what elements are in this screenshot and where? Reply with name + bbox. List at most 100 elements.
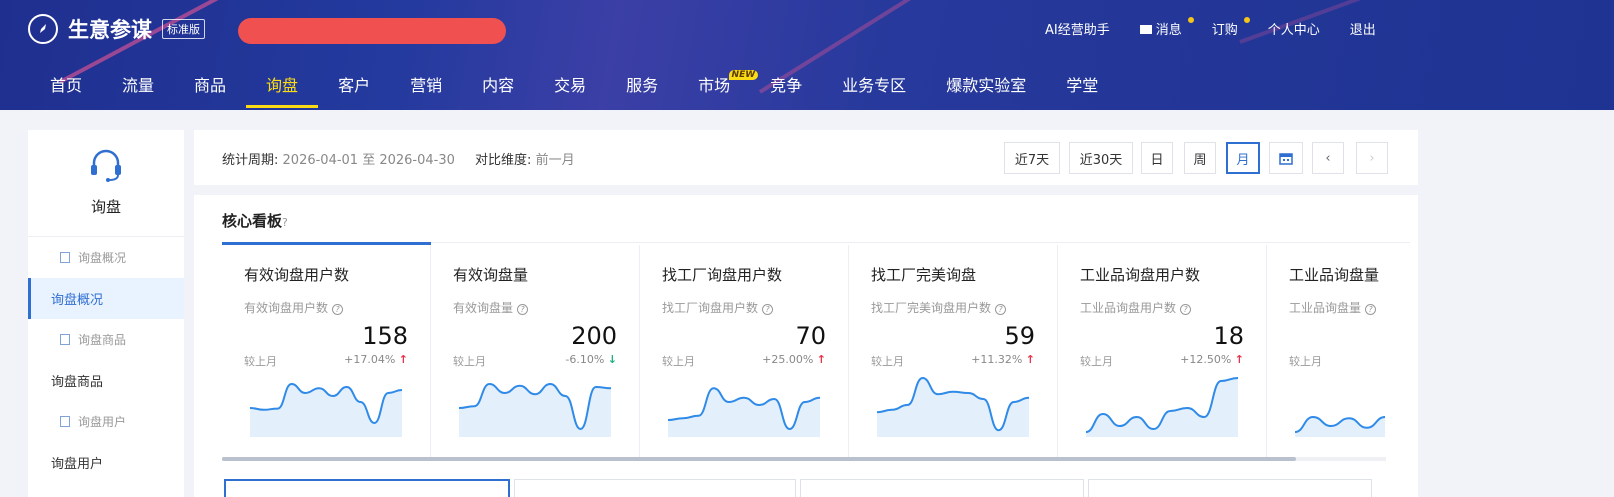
sparkline-chart xyxy=(250,382,402,437)
compare-label: 较上月 xyxy=(453,355,486,368)
change-percent: +25.00% ↑ xyxy=(762,353,826,366)
metric-title: 有效询盘用户数 xyxy=(244,266,350,284)
sidebar: 询盘 询盘概况 询盘概况 询盘商品 询盘商品 询盘用户 询盘用户 xyxy=(28,130,184,497)
redacted-shop-name xyxy=(238,18,506,44)
core-board: 核心看板? 有效询盘用户数 有效询盘用户数? 158 较上月 +17.04% ↑ 有效询盘… xyxy=(194,195,1418,497)
brand[interactable]: 生意参谋 标准版 xyxy=(28,14,205,44)
metric-card[interactable]: 找工厂询盘用户数 找工厂询盘用户数? 70 较上月 +25.00% ↑ xyxy=(640,245,849,457)
help-icon[interactable]: ? xyxy=(762,304,774,315)
help-icon[interactable]: ? xyxy=(332,304,344,315)
notification-dot xyxy=(1187,17,1194,23)
change-percent: +11.32% ↑ xyxy=(971,353,1035,366)
compare-label: 较上月 xyxy=(871,355,904,368)
arrow-up-icon: ↑ xyxy=(1234,353,1244,366)
metric-title: 有效询盘量 xyxy=(453,266,529,284)
top-header: 生意参谋 标准版 AI经营助手 消息 订购 个人中心 退出 首页 流量 商品 询… xyxy=(0,0,1614,110)
change-percent: -6.10% ↓ xyxy=(565,353,617,366)
day-button[interactable]: 日 xyxy=(1141,142,1173,174)
nav-inquiry[interactable]: 询盘 xyxy=(246,72,319,108)
subscribe-link[interactable]: 订购 xyxy=(1212,17,1250,38)
horizontal-scrollbar[interactable] xyxy=(222,457,1296,461)
arrow-up-icon: ↑ xyxy=(398,353,408,366)
metric-title: 找工厂完美询盘 xyxy=(871,266,977,284)
messages-link[interactable]: 消息 xyxy=(1139,17,1194,38)
calendar-button[interactable] xyxy=(1269,142,1303,174)
sidebar-group-overview[interactable]: 询盘概况 xyxy=(28,237,184,278)
arrow-up-icon: ↑ xyxy=(816,353,826,366)
chevron-left-icon: ‹ xyxy=(1325,150,1331,166)
prev-period-button[interactable]: ‹ xyxy=(1312,142,1344,174)
notification-dot xyxy=(1243,17,1250,23)
lower-tab[interactable] xyxy=(514,479,796,497)
metric-card[interactable]: 工业品询盘用户数 工业品询盘用户数? 18 较上月 +12.50% ↑ xyxy=(1058,245,1267,457)
headset-icon xyxy=(91,149,121,182)
month-button[interactable]: 月 xyxy=(1226,142,1260,174)
metric-value: 200 xyxy=(571,322,617,350)
document-icon xyxy=(60,416,70,427)
compass-logo-icon xyxy=(28,14,58,44)
last-30-days-button[interactable]: 近30天 xyxy=(1069,142,1133,174)
metric-value: 158 xyxy=(362,322,408,350)
metric-card[interactable]: 有效询盘用户数 有效询盘用户数? 158 较上月 +17.04% ↑ xyxy=(222,245,431,457)
metric-title: 工业品询盘量 xyxy=(1289,266,1380,284)
last-7-days-button[interactable]: 近7天 xyxy=(1004,142,1060,174)
metric-card[interactable]: 工业品询盘量 工业品询盘量? 较上月 xyxy=(1267,245,1418,457)
help-icon[interactable]: ? xyxy=(517,304,529,315)
compare-label: 较上月 xyxy=(1289,355,1322,368)
filter-bar: 统计周期: 2026-04-01 至 2026-04-30 对比维度: 前一月 … xyxy=(194,130,1418,185)
sparkline-chart xyxy=(877,376,1029,437)
help-icon[interactable]: ? xyxy=(995,304,1007,315)
nav-competition[interactable]: 竞争 xyxy=(750,72,822,108)
sparkline-chart xyxy=(668,387,820,437)
nav-market[interactable]: 市场 NEW xyxy=(678,70,759,108)
compare-label: 较上月 xyxy=(1080,355,1113,368)
ai-assistant-link[interactable]: AI经营助手 xyxy=(1045,19,1110,38)
period-value: 2026-04-01 至 2026-04-30 xyxy=(282,153,455,168)
nav-transactions[interactable]: 交易 xyxy=(534,72,606,108)
sidebar-group-users[interactable]: 询盘用户 xyxy=(28,401,184,442)
sidebar-item-users[interactable]: 询盘用户 xyxy=(28,442,184,483)
compare-label: 较上月 xyxy=(244,355,277,368)
nav-marketing[interactable]: 营销 xyxy=(390,72,462,108)
sparkline-chart xyxy=(1086,377,1238,437)
week-button[interactable]: 周 xyxy=(1184,142,1216,174)
nav-home[interactable]: 首页 xyxy=(30,72,102,108)
nav-service[interactable]: 服务 xyxy=(606,72,678,108)
help-icon[interactable]: ? xyxy=(1180,304,1192,315)
next-period-button[interactable]: › xyxy=(1356,142,1388,174)
board-title: 核心看板? xyxy=(222,212,288,230)
nav-business-zone[interactable]: 业务专区 xyxy=(822,72,926,108)
mail-icon xyxy=(1139,25,1152,34)
nav-content[interactable]: 内容 xyxy=(462,72,534,108)
sidebar-item-overview[interactable]: 询盘概况 xyxy=(28,278,184,319)
nav-hot-lab[interactable]: 爆款实验室 xyxy=(926,72,1046,108)
help-icon[interactable]: ? xyxy=(1365,304,1377,315)
personal-center-link[interactable]: 个人中心 xyxy=(1268,19,1320,38)
change-percent: +12.50% ↑ xyxy=(1180,353,1244,366)
help-icon: ? xyxy=(282,216,288,229)
nav-academy[interactable]: 学堂 xyxy=(1046,72,1118,108)
sidebar-item-products[interactable]: 询盘商品 xyxy=(28,360,184,401)
document-icon xyxy=(60,334,70,345)
sidebar-group-products[interactable]: 询盘商品 xyxy=(28,319,184,360)
sidebar-title: 询盘 xyxy=(90,198,121,216)
lower-tab[interactable] xyxy=(1088,479,1372,497)
metric-subtitle: 有效询盘量? xyxy=(453,299,529,316)
metric-subtitle: 工业品询盘用户数? xyxy=(1080,299,1192,316)
nav-products[interactable]: 商品 xyxy=(174,72,246,108)
metric-value: 70 xyxy=(795,322,826,350)
logout-link[interactable]: 退出 xyxy=(1350,19,1376,38)
document-icon xyxy=(60,252,70,263)
metric-subtitle: 工业品询盘量? xyxy=(1289,299,1377,316)
lower-tab[interactable] xyxy=(224,479,510,497)
nav-traffic[interactable]: 流量 xyxy=(102,72,174,108)
metric-subtitle: 找工厂询盘用户数? xyxy=(662,299,774,316)
metric-subtitle: 找工厂完美询盘用户数? xyxy=(871,299,1007,316)
metric-card[interactable]: 找工厂完美询盘找工厂完美询盘用户数? 59 较上月 +11.32% ↑ xyxy=(849,245,1058,457)
main-nav: 首页 流量 商品 询盘 客户 营销 内容 交易 服务 市场 NEW 竞争 业务专区… xyxy=(30,70,1118,108)
sparkline-chart xyxy=(459,382,611,437)
lower-tab[interactable] xyxy=(800,479,1084,497)
metric-card[interactable]: 有效询盘量有效询盘量? 200 较上月 -6.10% ↓ xyxy=(431,245,640,457)
metric-value: 59 xyxy=(1004,322,1035,350)
nav-customers[interactable]: 客户 xyxy=(318,72,390,108)
